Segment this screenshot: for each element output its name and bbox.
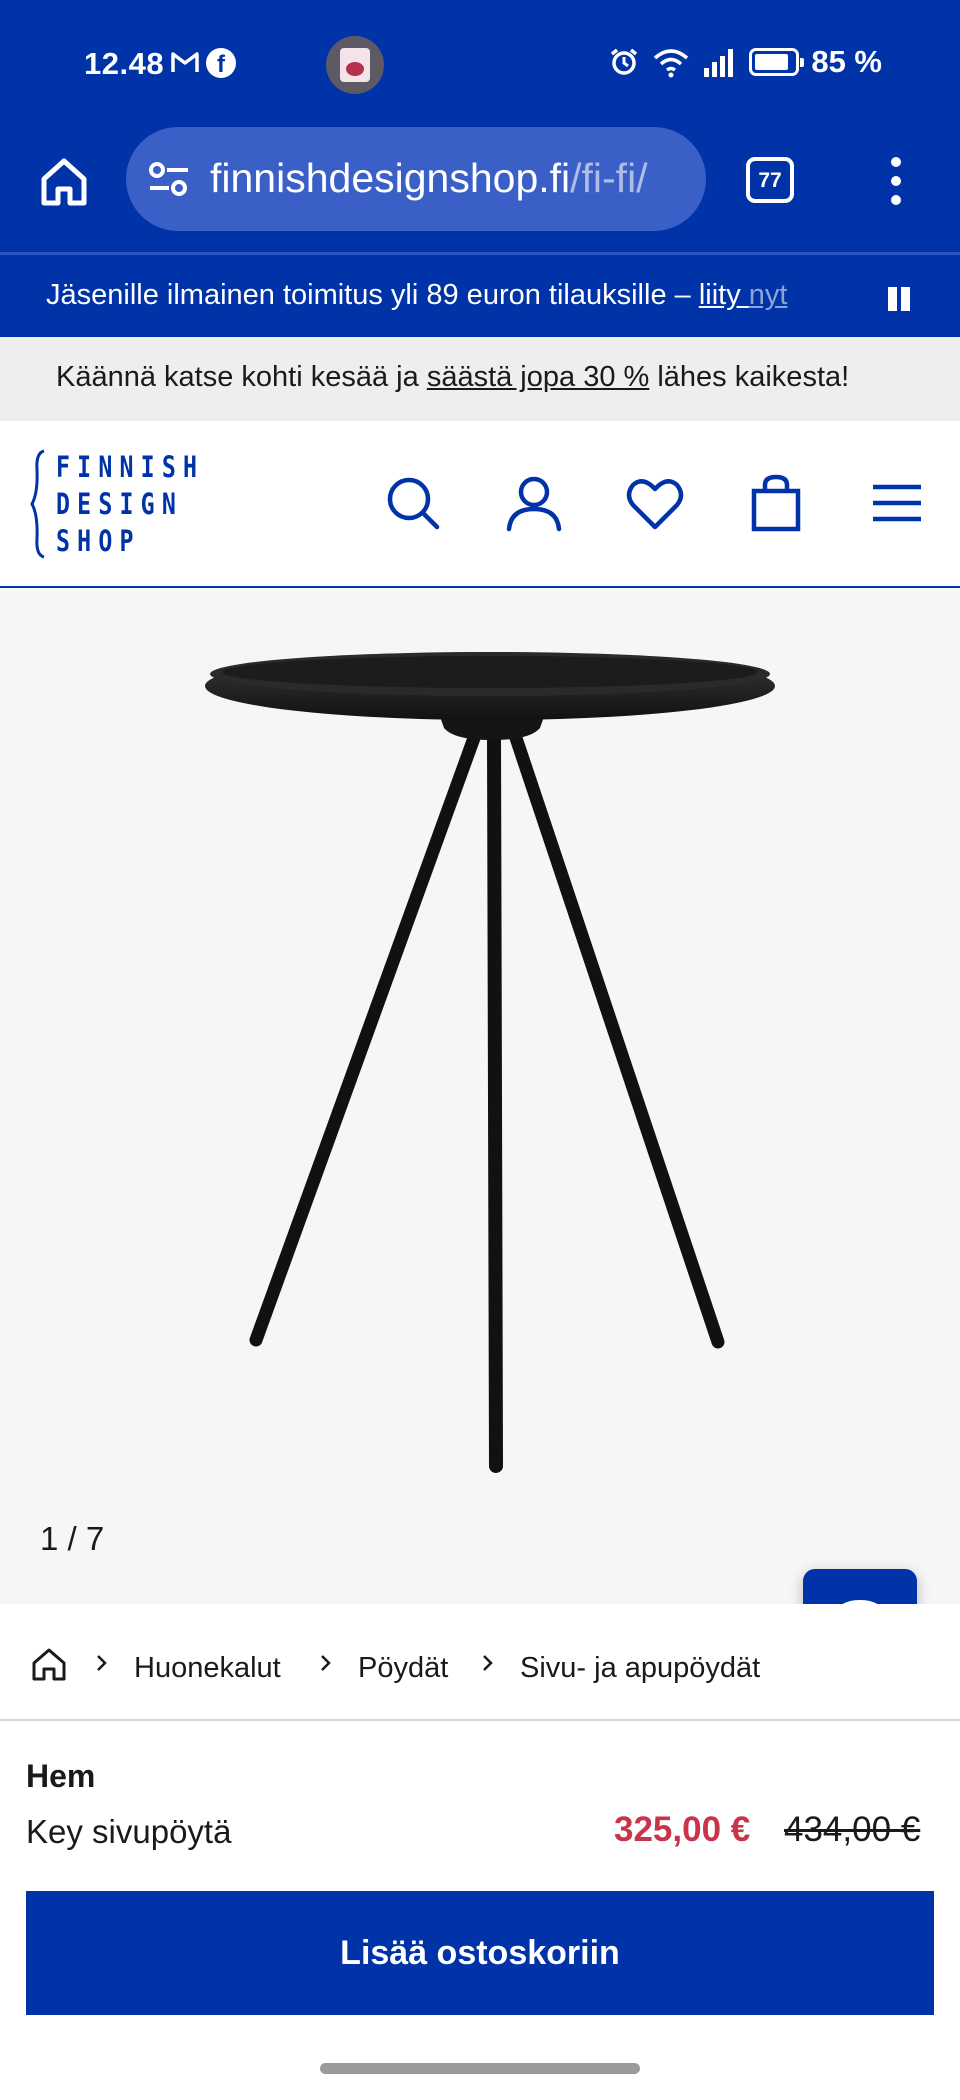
facebook-icon: f [206, 48, 236, 78]
image-counter: 1 / 7 [40, 1520, 105, 1557]
promo-message: Jäsenille ilmainen toimitus yli 89 euron… [46, 279, 699, 311]
sale-text-before: Käännä katse kohti kesää ja [56, 361, 427, 393]
promo-text: Jäsenille ilmainen toimitus yli 89 euron… [46, 279, 787, 312]
battery-icon [749, 48, 805, 76]
breadcrumb-home-icon[interactable] [30, 1646, 68, 1682]
chevron-right-icon [321, 1655, 331, 1671]
promo-join-link[interactable]: liity [699, 279, 749, 311]
logo-brace-icon [30, 449, 45, 559]
url-domain: finnishdesignshop.fi [210, 155, 571, 201]
logo-line-3: SHOP [56, 524, 141, 558]
sale-text: Käännä katse kohti kesää ja säästä jopa … [56, 361, 849, 394]
gmail-icon [171, 52, 199, 72]
site-settings-icon[interactable] [148, 161, 190, 197]
breadcrumb: Huonekalut Pöydät Sivu- ja apupöydät [0, 1604, 960, 1721]
promo-banner: Jäsenille ilmainen toimitus yli 89 euron… [0, 255, 960, 337]
logo-line-1: FINNISH [56, 450, 205, 484]
notification-thumbnail [326, 36, 384, 94]
browser-home-icon[interactable] [36, 153, 92, 209]
original-price: 434,00 € [784, 1810, 921, 1849]
sale-banner: Käännä katse kohti kesää ja säästä jopa … [0, 337, 960, 421]
browser-menu-icon[interactable] [874, 155, 920, 207]
sale-text-after: lähes kaikesta! [649, 361, 850, 393]
add-to-cart-button[interactable]: Lisää ostoskoriin [26, 1891, 934, 2015]
signal-icon [704, 49, 734, 77]
pause-icon[interactable] [888, 287, 912, 311]
breadcrumb-item-huonekalut[interactable]: Huonekalut [134, 1652, 281, 1685]
tab-switcher-button[interactable]: 77 [746, 157, 794, 203]
product-gallery[interactable]: 1 / 7 [0, 588, 960, 1604]
address-bar[interactable]: finnishdesignshop.fi/fi-fi/ [126, 127, 706, 231]
battery-percentage: 85 % [811, 44, 882, 79]
status-time: 12.48 [84, 46, 165, 81]
breadcrumb-item-sivupoydat[interactable]: Sivu- ja apupöydät [520, 1652, 760, 1685]
shopping-bag-icon[interactable] [746, 473, 806, 533]
hamburger-menu-icon[interactable] [867, 473, 927, 533]
alarm-icon [611, 48, 638, 75]
product-image-key-side-table[interactable] [0, 588, 960, 1604]
breadcrumb-item-poydat[interactable]: Pöydät [358, 1652, 448, 1685]
system-status-icons: 85 % [609, 44, 882, 80]
url-path: /fi-fi/ [570, 155, 648, 201]
promo-join-link-faded[interactable]: nyt [749, 279, 788, 311]
sale-price: 325,00 € [614, 1810, 751, 1849]
search-icon[interactable] [383, 473, 443, 533]
wifi-icon [654, 49, 689, 78]
url-text[interactable]: finnishdesignshop.fi/fi-fi/ [210, 155, 686, 202]
finnish-design-shop-logo[interactable]: FINNISH DESIGN SHOP [30, 449, 200, 561]
gesture-home-indicator[interactable] [320, 2063, 640, 2074]
product-brand[interactable]: Hem [26, 1758, 95, 1795]
account-icon[interactable] [504, 473, 564, 533]
site-header: FINNISH DESIGN SHOP [0, 421, 960, 588]
chevron-right-icon [483, 1655, 493, 1671]
wishlist-heart-icon[interactable] [625, 473, 685, 533]
sale-link[interactable]: säästä jopa 30 % [427, 361, 649, 393]
product-name: Key sivupöytä [26, 1813, 232, 1850]
browser-toolbar: finnishdesignshop.fi/fi-fi/ 77 [0, 125, 960, 255]
status-bar: 12.48 f 85 % [0, 0, 960, 125]
logo-line-2: DESIGN [56, 487, 184, 521]
chevron-right-icon [97, 1655, 107, 1671]
